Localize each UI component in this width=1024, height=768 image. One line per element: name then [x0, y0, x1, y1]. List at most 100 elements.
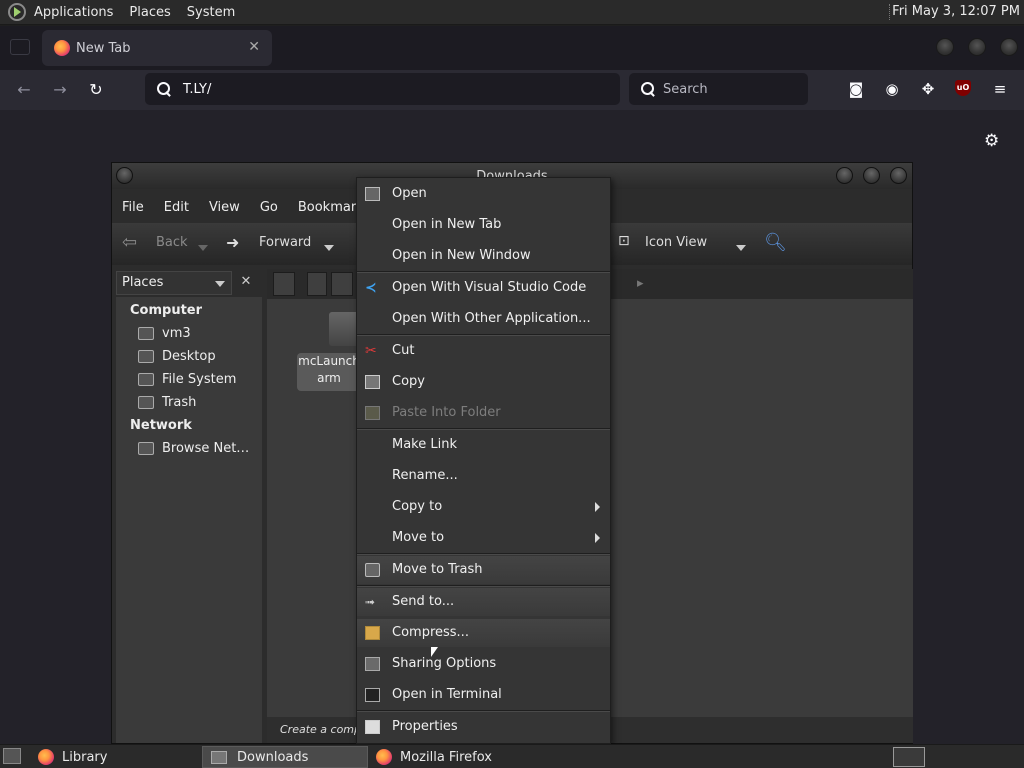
ctx-open-new-window[interactable]: Open in New Window [357, 242, 610, 270]
ctx-send-to[interactable]: ➟ Send to... [357, 588, 610, 616]
ctx-label: Open in New Window [392, 248, 531, 263]
minimize-button[interactable] [836, 167, 853, 184]
system-menu[interactable]: System [179, 5, 243, 20]
ctx-make-link[interactable]: Make Link [357, 431, 610, 459]
desktop-folder-icon [138, 350, 154, 363]
sidebar-item-browse-network[interactable]: Browse Net… [138, 441, 249, 456]
menu-view[interactable]: View [199, 200, 250, 215]
ctx-properties[interactable]: Properties [357, 713, 610, 741]
back-button[interactable]: Back [156, 235, 188, 250]
menu-file[interactable]: File [112, 200, 154, 215]
edit-location-icon[interactable] [273, 272, 295, 296]
close-button[interactable] [890, 167, 907, 184]
sidebar-item-trash[interactable]: Trash [138, 395, 196, 410]
forward-icon[interactable]: → [48, 78, 72, 102]
forward-arrow-icon[interactable]: ➜ [226, 233, 239, 252]
taskbar-item-label: Downloads [237, 749, 309, 765]
ctx-cut[interactable]: ✂ Cut [357, 337, 610, 365]
taskbar-item-library[interactable]: Library [30, 746, 198, 768]
forward-dropdown-icon[interactable] [324, 240, 334, 255]
distro-logo-icon[interactable] [8, 3, 26, 21]
account-icon[interactable]: ◉ [883, 80, 901, 98]
taskbar-item-downloads[interactable]: Downloads [202, 746, 368, 768]
view-mode-select[interactable]: Icon View [645, 235, 707, 250]
file-label[interactable]: mcLaunch arm [297, 353, 361, 391]
submenu-arrow-icon [595, 502, 600, 512]
hamburger-menu-icon[interactable]: ≡ [991, 80, 1009, 98]
workspace-switcher[interactable] [893, 747, 925, 767]
ctx-sharing-options[interactable]: Sharing Options [357, 650, 610, 678]
ctx-open[interactable]: Open [357, 180, 610, 208]
ctx-copy-to[interactable]: Copy to [357, 493, 610, 521]
applications-menu[interactable]: Applications [26, 5, 121, 20]
ctx-label: Compress... [392, 625, 469, 640]
path-home-button[interactable] [331, 272, 353, 296]
taskbar-item-label: Library [62, 749, 108, 765]
search-input[interactable]: Search [629, 73, 808, 105]
ctx-copy[interactable]: Copy [357, 368, 610, 396]
panel-clock[interactable]: Fri May 3, 12:07 PM [892, 4, 1020, 19]
places-selector[interactable]: Places [116, 271, 232, 295]
forward-button[interactable]: Forward [259, 235, 311, 250]
extensions-icon[interactable]: ✥ [919, 80, 937, 98]
browser-tabbar: New Tab ✕ [0, 26, 1024, 70]
tab-new-tab[interactable]: New Tab ✕ [42, 30, 272, 66]
tab-list-icon[interactable] [10, 39, 30, 55]
ctx-open-other-app[interactable]: Open With Other Application... [357, 305, 610, 333]
sidebar-item-label: Trash [162, 395, 197, 410]
sidebar-item-file-system[interactable]: File System [138, 372, 236, 387]
back-arrow-icon[interactable]: ⇦ [122, 232, 137, 253]
ublock-origin-icon[interactable]: uO [955, 80, 971, 96]
ctx-label: Send to... [392, 594, 455, 609]
back-dropdown-icon[interactable] [198, 240, 208, 255]
menu-edit[interactable]: Edit [154, 200, 199, 215]
ctx-label: Open in New Tab [392, 217, 502, 232]
ctx-move-to-trash[interactable]: Move to Trash [357, 556, 610, 584]
back-icon[interactable]: ← [12, 78, 36, 102]
search-icon[interactable]: 🔍︎ [764, 232, 787, 253]
reload-icon[interactable]: ↻ [84, 78, 108, 102]
ctx-label: Paste Into Folder [392, 405, 501, 420]
paste-icon [365, 406, 380, 420]
close-sidebar-icon[interactable]: ✕ [235, 271, 257, 295]
path-scroll-left-icon[interactable] [307, 272, 327, 296]
path-scroll-right-icon[interactable]: ▸ [637, 276, 644, 291]
firefox-icon [376, 749, 392, 765]
ctx-move-to[interactable]: Move to [357, 524, 610, 552]
menu-separator [357, 710, 610, 712]
sidebar-item-label: vm3 [162, 326, 191, 341]
places-menu[interactable]: Places [121, 5, 178, 20]
sidebar-item-label: Browse Net… [162, 441, 250, 456]
close-window-button[interactable] [1000, 38, 1018, 56]
taskbar-item-firefox[interactable]: Mozilla Firefox [368, 746, 536, 768]
url-text[interactable]: T.LY/ [183, 82, 211, 97]
ctx-open-in-terminal[interactable]: Open in Terminal [357, 681, 610, 709]
menu-go[interactable]: Go [250, 200, 288, 215]
ctx-open-vscode[interactable]: ≺ Open With Visual Studio Code [357, 274, 610, 302]
sidebar-item-vm3[interactable]: vm3 [138, 326, 191, 341]
url-bar[interactable]: T.LY/ [145, 73, 620, 105]
ctx-label: Copy to [392, 499, 443, 514]
ctx-rename[interactable]: Rename... [357, 462, 610, 490]
folder-icon [211, 750, 227, 764]
gear-icon[interactable]: ⚙ [984, 131, 999, 151]
maximize-button[interactable] [863, 167, 880, 184]
ctx-open-new-tab[interactable]: Open in New Tab [357, 211, 610, 239]
ctx-compress[interactable]: Compress... [357, 619, 610, 647]
close-tab-icon[interactable]: ✕ [248, 39, 260, 55]
top-panel: Applications Places System Fri May 3, 12… [0, 0, 1024, 25]
minimize-window-button[interactable] [936, 38, 954, 56]
sidebar-item-desktop[interactable]: Desktop [138, 349, 216, 364]
ctx-label: Open in Terminal [392, 687, 502, 702]
search-icon [157, 82, 171, 96]
sidebar: Computer vm3 Desktop File System Trash N… [116, 297, 262, 743]
show-desktop-icon[interactable] [3, 748, 21, 764]
sidebar-heading-computer: Computer [130, 303, 203, 318]
ctx-label: Rename... [392, 468, 458, 483]
view-mode-dropdown-icon[interactable] [736, 240, 746, 255]
menu-separator [357, 271, 610, 273]
drive-icon [138, 373, 154, 386]
pocket-icon[interactable]: ◙ [847, 80, 865, 98]
share-folder-icon [365, 657, 380, 671]
maximize-window-button[interactable] [968, 38, 986, 56]
